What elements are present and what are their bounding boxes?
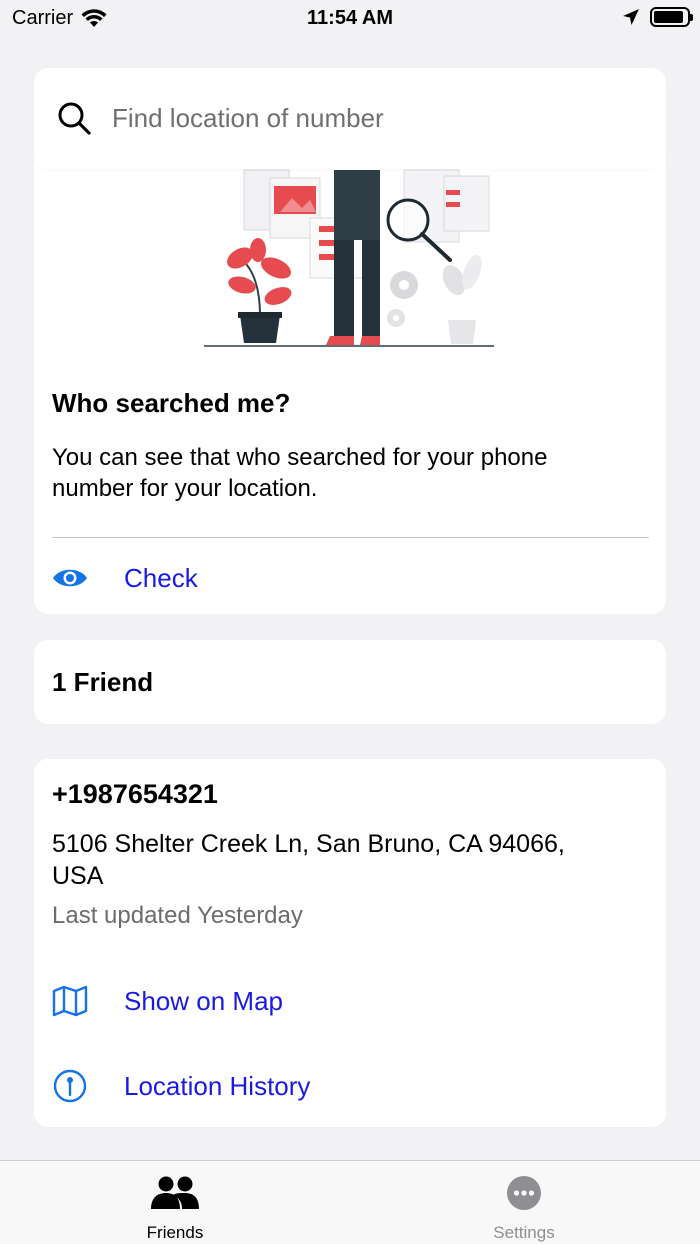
- people-icon: [151, 1176, 199, 1209]
- person-searching-illustration: [204, 169, 494, 347]
- friend-card[interactable]: +1987654321 5106 Shelter Creek Ln, San B…: [34, 759, 666, 1127]
- tab-bar: Friends Settings: [0, 1160, 700, 1244]
- friend-phone-number: +1987654321: [52, 779, 218, 809]
- battery-level: [654, 11, 683, 23]
- who-searched-title: Who searched me?: [52, 388, 291, 418]
- location-history-button[interactable]: Location History: [52, 1063, 310, 1109]
- friends-count-label: 1 Friend: [52, 666, 154, 697]
- who-searched-card: Who searched me? You can see that who se…: [34, 150, 666, 614]
- location-arrow-icon: [623, 9, 639, 25]
- tab-settings-label: Settings: [493, 1223, 555, 1242]
- tab-settings[interactable]: Settings: [424, 1161, 624, 1244]
- status-time: 11:54 AM: [307, 7, 393, 29]
- friend-address: 5106 Shelter Creek Ln, San Bruno, CA 940…: [52, 830, 565, 890]
- check-label: Check: [124, 562, 198, 593]
- show-on-map-button[interactable]: Show on Map: [52, 978, 283, 1024]
- eye-icon: [53, 569, 87, 587]
- location-history-label: Location History: [124, 1070, 311, 1101]
- who-searched-description: You can see that who searched for your p…: [52, 444, 548, 502]
- map-icon: [52, 985, 88, 1017]
- status-bar: Carrier 11:54 AM: [0, 0, 700, 38]
- search-input[interactable]: [112, 103, 592, 134]
- check-button[interactable]: Check: [52, 555, 198, 601]
- tab-friends[interactable]: Friends: [75, 1161, 275, 1244]
- tab-friends-label: Friends: [146, 1223, 204, 1242]
- card-divider: [52, 537, 649, 538]
- friends-count-card: 1 Friend: [34, 640, 666, 724]
- search-bar[interactable]: [34, 68, 666, 169]
- battery-icon: [650, 7, 693, 27]
- search-icon: [58, 102, 91, 135]
- status-right-group: [622, 7, 693, 27]
- friend-last-updated: Last updated Yesterday: [52, 902, 303, 929]
- pin-history-icon: [53, 1069, 87, 1103]
- more-icon: [507, 1176, 541, 1210]
- show-on-map-label: Show on Map: [124, 985, 283, 1016]
